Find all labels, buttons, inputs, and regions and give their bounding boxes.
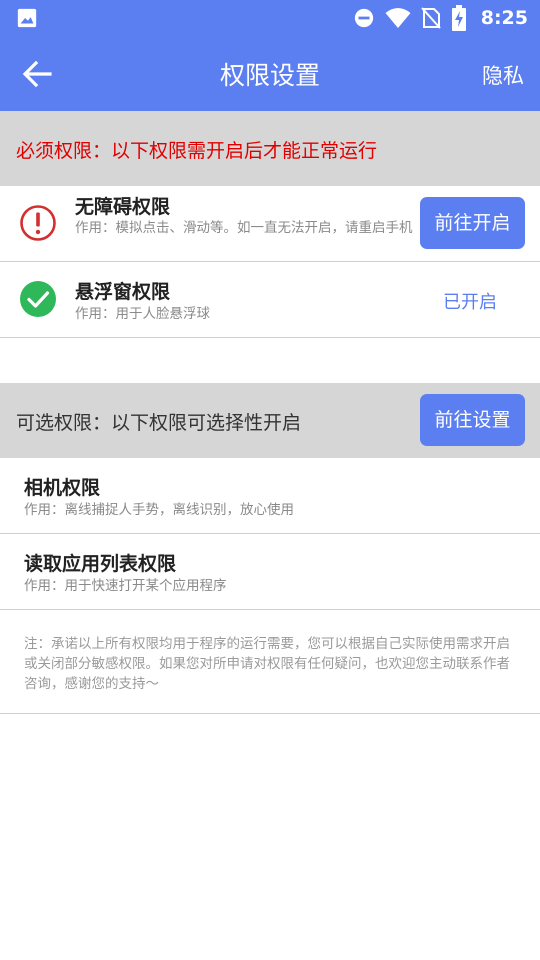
permission-name: 无障碍权限 — [75, 196, 171, 218]
app-list-permission-row[interactable]: 读取应用列表权限 作用：用于快速打开某个应用程序 — [0, 534, 540, 610]
battery-charging-icon — [451, 5, 466, 31]
permission-name: 读取应用列表权限 — [24, 553, 177, 575]
check-circle-icon — [20, 281, 56, 317]
app-bar: 权限设置 隐私 — [0, 36, 540, 111]
privacy-button[interactable]: 隐私 — [482, 60, 524, 90]
permission-description: 作用：用于快速打开某个应用程序 — [24, 578, 227, 594]
page-title: 权限设置 — [219, 61, 320, 90]
permission-status-enabled: 已开启 — [443, 292, 497, 313]
warning-circle-icon — [20, 205, 56, 241]
accessibility-permission-row: 无障碍权限 作用：模拟点击、滑动等。如一直无法开启，请重启手机 前往开启 — [0, 186, 540, 262]
enable-accessibility-button[interactable]: 前往开启 — [420, 197, 525, 249]
status-bar: 8:25 — [0, 0, 540, 36]
no-sim-icon — [420, 7, 441, 29]
go-to-settings-button[interactable]: 前往设置 — [420, 394, 525, 446]
permission-description: 作用：用于人脸悬浮球 — [75, 306, 210, 322]
floating-window-permission-row: 悬浮窗权限 作用：用于人脸悬浮球 已开启 — [0, 262, 540, 338]
image-icon — [17, 8, 37, 28]
wifi-icon — [385, 8, 411, 28]
clock: 8:25 — [480, 7, 528, 29]
required-permissions-header: 必须权限：以下权限需开启后才能正常运行 — [0, 111, 540, 186]
privacy-note: 注：承诺以上所有权限均用于程序的运行需要，您可以根据自己实际使用需求开启或关闭部… — [24, 636, 510, 692]
required-permissions-text: 必须权限：以下权限需开启后才能正常运行 — [16, 140, 378, 162]
permission-description: 作用：模拟点击、滑动等。如一直无法开启，请重启手机 — [75, 220, 413, 236]
camera-permission-row[interactable]: 相机权限 作用：离线捕捉人手势，离线识别，放心使用 — [0, 458, 540, 534]
permission-description: 作用：离线捕捉人手势，离线识别，放心使用 — [24, 502, 294, 518]
optional-permissions-header: 可选权限：以下权限可选择性开启 前往设置 — [0, 383, 540, 458]
permission-name: 相机权限 — [24, 477, 101, 499]
optional-permissions-text: 可选权限：以下权限可选择性开启 — [16, 412, 302, 434]
do-not-disturb-icon — [354, 8, 373, 28]
divider — [0, 713, 540, 714]
permission-name: 悬浮窗权限 — [75, 281, 171, 303]
